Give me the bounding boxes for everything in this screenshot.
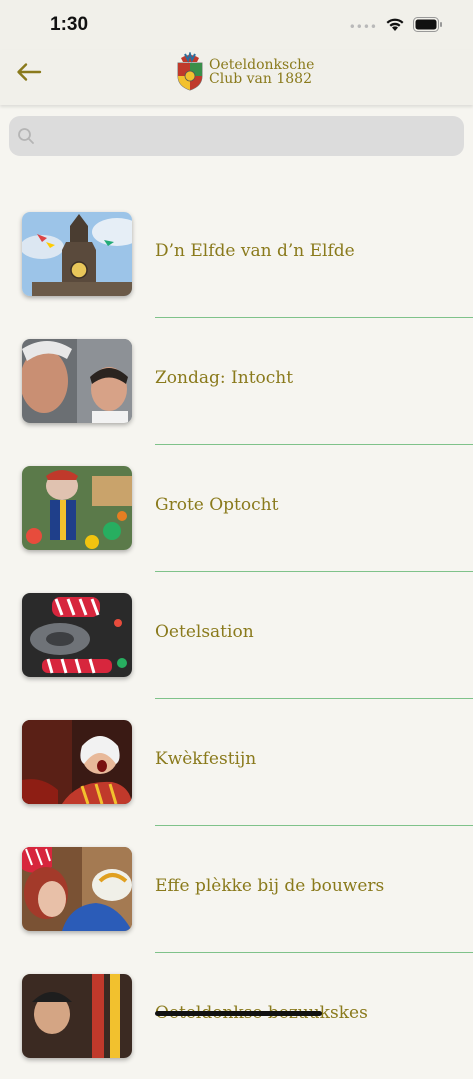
item-label: Oetelsation (155, 622, 254, 642)
search-icon (17, 127, 35, 145)
item-label: Zondag: Intocht (155, 368, 294, 388)
battery-icon (413, 17, 443, 36)
list-item[interactable]: Oetelsation (0, 571, 473, 699)
search-input[interactable] (41, 126, 464, 146)
club-logo: Oeteldonksche Club van 1882 (175, 52, 314, 92)
item-thumbnail (22, 720, 132, 804)
back-button[interactable] (14, 57, 44, 87)
list-item[interactable]: D’n Elfde van d’n Elfde (0, 190, 473, 318)
logo-line2: Club van 1882 (209, 71, 312, 87)
item-thumbnail (22, 466, 132, 550)
list-item[interactable]: Effe plèkke bij de bouwers (0, 825, 473, 953)
search-bar[interactable] (9, 116, 464, 156)
logo-wordmark: Oeteldonksche Club van 1882 (209, 58, 314, 86)
status-indicators: •••• (349, 17, 443, 36)
navigation-bar: Oeteldonksche Club van 1882 (0, 50, 473, 105)
item-thumbnail (22, 593, 132, 677)
list-item[interactable]: Kwèkfestijn (0, 698, 473, 826)
status-time: 1:30 (50, 14, 89, 35)
back-arrow-icon (17, 63, 42, 81)
item-label: Grote Optocht (155, 495, 279, 515)
status-bar: 1:30 •••• (0, 0, 473, 50)
list-item[interactable]: Grote Optocht (0, 444, 473, 572)
item-thumbnail (22, 212, 132, 296)
cellular-signal-icon: •••• (348, 19, 377, 34)
logo-line1: Oeteldonksche (209, 57, 315, 73)
wifi-icon (385, 17, 405, 36)
item-thumbnail (22, 847, 132, 931)
club-crest-icon (177, 52, 203, 91)
home-indicator[interactable] (155, 1011, 322, 1016)
item-label: D’n Elfde van d’n Elfde (155, 241, 355, 261)
item-thumbnail (22, 339, 132, 423)
item-label: Kwèkfestijn (155, 749, 257, 769)
event-list: D’n Elfde van d’n Elfde Zondag: Intocht (0, 190, 473, 1079)
item-label: Effe plèkke bij de bouwers (155, 876, 385, 896)
list-item[interactable]: Zondag: Intocht (0, 317, 473, 445)
item-thumbnail (22, 974, 132, 1058)
